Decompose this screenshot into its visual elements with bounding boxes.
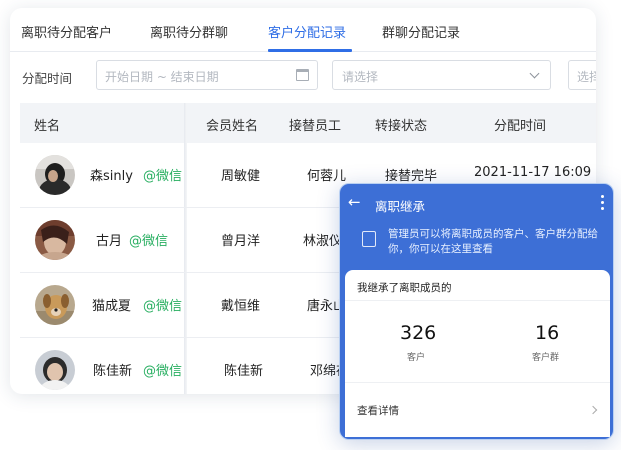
chevron-down-icon	[529, 68, 540, 79]
customer-name: 陈佳新	[93, 364, 133, 379]
filter-time-label: 分配时间	[22, 71, 73, 86]
successor-name: 何蓉儿	[307, 169, 347, 184]
col-name: 姓名	[34, 119, 61, 134]
mobile-inherit-panel: ← 离职继承 管理员可以将离职成员的客户、客户群分配给你，你可以在这里查看 我继…	[339, 183, 614, 440]
secondary-select-placeholder: 选择	[577, 70, 596, 84]
inherit-summary-panel: 我继承了离职成员的 326 客户 16 客户群 查看详情	[345, 270, 610, 437]
mobile-header: ← 离职继承	[340, 184, 613, 224]
stat-groups-value: 16	[535, 322, 560, 344]
secondary-select[interactable]: 选择	[568, 60, 596, 90]
avatar	[35, 350, 75, 390]
source-wechat-tag: @微信	[143, 364, 183, 379]
member-name: 曾月洋	[221, 234, 261, 249]
stage: 离职待分配客户 离职待分群聊 客户分配记录 群聊分配记录 分配时间 开始日期 ~…	[0, 0, 621, 450]
status-select-placeholder: 请选择	[342, 70, 379, 84]
customer-name: 森sinly	[90, 169, 133, 184]
chevron-right-icon	[588, 405, 598, 415]
back-arrow-icon[interactable]: ←	[348, 193, 361, 211]
document-icon	[362, 231, 376, 247]
member-name: 周敏健	[221, 169, 261, 184]
table-header: 姓名 会员姓名 接替员工 转接状态 分配时间	[20, 103, 596, 143]
stat-customers-value: 326	[400, 322, 437, 344]
member-name: 陈佳新	[224, 364, 264, 379]
status-select[interactable]: 请选择	[332, 60, 551, 90]
divider	[345, 382, 610, 383]
tab-bar: 离职待分配客户 离职待分群聊 客户分配记录 群聊分配记录	[10, 8, 596, 52]
mobile-description: 管理员可以将离职成员的客户、客户群分配给你，你可以在这里查看	[388, 228, 598, 255]
member-name: 戴恒维	[221, 299, 261, 314]
avatar	[35, 220, 75, 260]
source-wechat-tag: @微信	[143, 299, 183, 314]
tab-pending-groups[interactable]: 离职待分群聊	[150, 22, 228, 41]
col-member: 会员姓名	[206, 119, 259, 134]
calendar-icon	[296, 69, 309, 81]
source-wechat-tag: @微信	[143, 169, 183, 184]
successor-name: 林淑仪	[303, 234, 343, 249]
date-range-input[interactable]: 开始日期 ~ 结束日期	[96, 60, 318, 90]
col-time: 分配时间	[494, 119, 547, 134]
tab-customer-records[interactable]: 客户分配记录	[268, 22, 346, 41]
divider	[345, 300, 610, 301]
tab-pending-customers[interactable]: 离职待分配客户	[21, 22, 112, 41]
col-status: 转接状态	[375, 119, 428, 134]
stat-groups-label: 客户群	[532, 353, 560, 363]
tab-group-records[interactable]: 群聊分配记录	[382, 22, 460, 41]
date-range-placeholder: 开始日期 ~ 结束日期	[105, 70, 219, 84]
transfer-status: 接替完毕	[385, 169, 438, 184]
stat-customers-label: 客户	[407, 353, 426, 363]
customer-name: 猫成夏	[92, 299, 132, 314]
col-successor: 接替员工	[289, 119, 342, 134]
customer-name: 古月	[96, 234, 123, 249]
mobile-title: 离职继承	[375, 199, 426, 214]
assign-time: 2021-11-17 16:09	[474, 165, 592, 180]
avatar	[35, 285, 75, 325]
panel-title: 我继承了离职成员的	[357, 282, 452, 294]
view-details-link[interactable]: 查看详情	[357, 403, 399, 418]
more-options-icon[interactable]	[601, 195, 605, 213]
avatar	[35, 155, 75, 195]
active-tab-indicator	[268, 49, 352, 52]
source-wechat-tag: @微信	[129, 234, 169, 249]
